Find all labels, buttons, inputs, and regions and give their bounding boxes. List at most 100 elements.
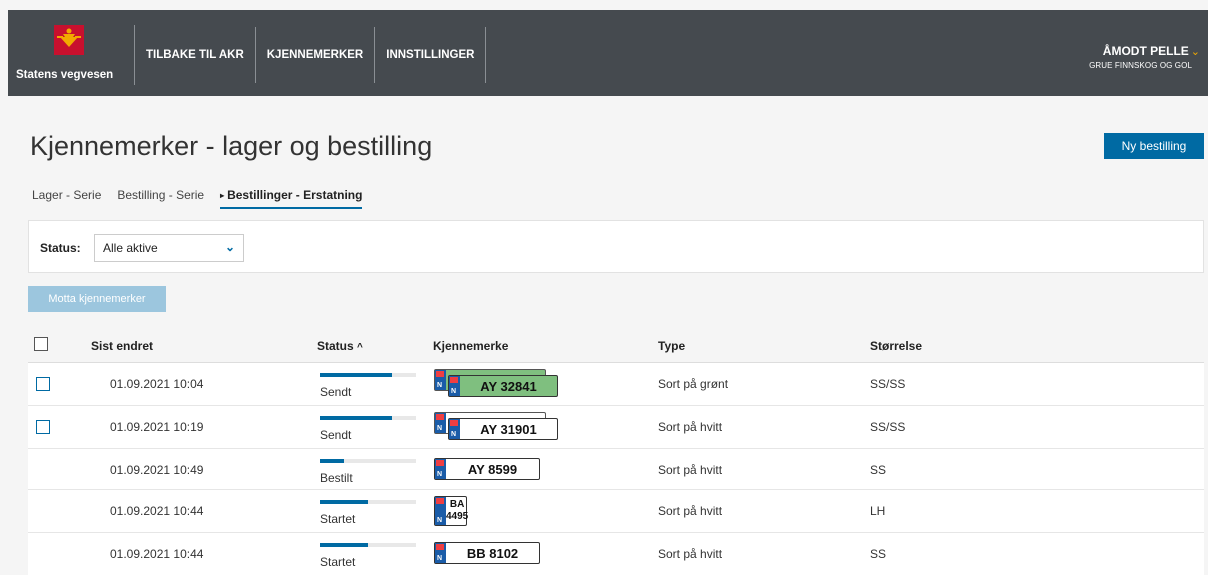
user-name: ÅMODT PELLE xyxy=(1102,44,1189,58)
statens-vegvesen-logo[interactable]: Statens vegvesen xyxy=(16,25,136,85)
norway-flag-icon xyxy=(436,544,444,550)
norway-flag-icon xyxy=(436,460,444,466)
eu-band: N xyxy=(449,419,460,439)
tab-bestilling-serie[interactable]: Bestilling - Serie xyxy=(117,188,204,209)
plate-number: AY 32841 xyxy=(480,378,537,394)
status-progress-bar xyxy=(320,373,416,377)
cell-type: Sort på hvitt xyxy=(658,463,723,477)
nationality-code: N xyxy=(437,517,443,524)
col-header-type[interactable]: Type xyxy=(658,339,685,353)
chevron-down-icon: ⌄ xyxy=(1190,46,1200,58)
nav-kjennemerker[interactable]: KJENNEMERKER xyxy=(256,27,376,83)
eu-band: N xyxy=(435,370,446,390)
row-checkbox[interactable] xyxy=(36,377,50,391)
table-row[interactable]: 01.09.2021 10:44 Startet N BB 8102 Sort på h… xyxy=(28,533,1204,575)
chevron-down-icon: ⌄ xyxy=(224,240,235,254)
cell-plate: N BB 8102 xyxy=(434,539,564,569)
plate-number: AY 31901 xyxy=(480,421,537,437)
norway-flag-icon xyxy=(436,498,444,504)
cell-size: SS/SS xyxy=(870,420,906,434)
cell-changed: 01.09.2021 10:04 xyxy=(110,377,204,391)
status-progress-bar xyxy=(320,416,416,420)
nav-back-to-akr[interactable]: TILBAKE TIL AKR xyxy=(135,27,256,83)
col-header-changed[interactable]: Sist endret xyxy=(91,339,153,353)
cell-plate: N N AY 32841 xyxy=(434,369,564,399)
eu-band: N xyxy=(435,497,446,525)
sort-ascending-icon: ^ xyxy=(357,342,363,353)
road-authority-emblem-icon xyxy=(54,25,84,55)
plate-line-2: 4495 xyxy=(446,511,469,522)
norway-flag-icon xyxy=(450,377,458,383)
table-body: 01.09.2021 10:04 Sendt N N AY 32841 Sort på g… xyxy=(28,363,1204,575)
caret-right-icon: ▸ xyxy=(220,191,225,200)
new-order-button[interactable]: Ny bestilling xyxy=(1104,133,1204,159)
table-row[interactable]: 01.09.2021 10:04 Sendt N N AY 32841 Sort på g… xyxy=(28,363,1204,406)
select-all-checkbox[interactable] xyxy=(34,337,48,351)
cell-type: Sort på hvitt xyxy=(658,547,723,561)
nationality-code: N xyxy=(451,431,457,438)
nationality-code: N xyxy=(437,382,443,389)
license-plate: N AY 8599 xyxy=(434,458,540,480)
cell-status: Startet xyxy=(320,555,356,569)
cell-size: SS xyxy=(870,463,887,477)
tab-lager-serie[interactable]: Lager - Serie xyxy=(32,188,101,209)
nationality-code: N xyxy=(437,471,443,478)
cell-plate: N N AY 31901 xyxy=(434,412,564,442)
status-progress-fill xyxy=(320,500,368,504)
cell-status: Bestilt xyxy=(320,471,353,485)
cell-type: Sort på hvitt xyxy=(658,420,723,434)
top-bar: Statens vegvesen TILBAKE TIL AKR KJENNEM… xyxy=(8,10,1208,96)
nationality-code: N xyxy=(451,388,457,395)
tab-bar: Lager - Serie Bestilling - Serie ▸ Bestil… xyxy=(32,188,378,209)
status-progress-fill xyxy=(320,416,392,420)
orders-table: Sist endret Status ^ Kjennemerke Type St… xyxy=(28,326,1204,575)
main-nav: TILBAKE TIL AKR KJENNEMERKER INNSTILLING… xyxy=(134,25,487,85)
cell-changed: 01.09.2021 10:44 xyxy=(110,547,204,561)
status-progress-bar xyxy=(320,543,416,547)
user-organization: GRUE FINNSKOG OG GOL xyxy=(1089,61,1192,70)
status-progress-bar xyxy=(320,459,416,463)
license-plate: N BA 4495 xyxy=(434,496,468,526)
status-progress-fill xyxy=(320,459,344,463)
cell-changed: 01.09.2021 10:44 xyxy=(110,504,204,518)
col-header-size[interactable]: Størrelse xyxy=(870,339,922,353)
col-header-plate[interactable]: Kjennemerke xyxy=(433,339,508,353)
eu-band: N xyxy=(449,376,460,396)
tab-bestillinger-erstatning[interactable]: ▸ Bestillinger - Erstatning xyxy=(220,188,363,209)
nav-innstillinger[interactable]: INNSTILLINGER xyxy=(375,27,487,83)
row-checkbox[interactable] xyxy=(36,420,50,434)
cell-status: Startet xyxy=(320,512,356,526)
plate-number: BA 4495 xyxy=(446,499,468,523)
table-row[interactable]: 01.09.2021 10:49 Bestilt N AY 8599 Sort på h… xyxy=(28,449,1204,490)
col-header-status-label: Status xyxy=(317,339,354,353)
nationality-code: N xyxy=(437,555,443,562)
col-header-status[interactable]: Status ^ xyxy=(317,339,363,353)
plate-line-1: BA xyxy=(449,499,465,510)
filter-panel: Status: Alle aktive ⌄ xyxy=(28,220,1204,273)
license-plate: N AY 32841 xyxy=(448,375,558,397)
status-filter-select[interactable]: Alle aktive ⌄ xyxy=(94,234,244,262)
norway-flag-icon xyxy=(436,371,444,377)
logo-text: Statens vegvesen xyxy=(16,69,114,81)
eu-band: N xyxy=(435,413,446,433)
status-progress-fill xyxy=(320,543,368,547)
norway-flag-icon xyxy=(436,414,444,420)
cell-size: SS xyxy=(870,547,887,561)
plate-number: BB 8102 xyxy=(466,545,519,561)
table-row[interactable]: 01.09.2021 10:44 Startet N BA 4495 Sort på hv… xyxy=(28,490,1204,533)
cell-size: SS/SS xyxy=(870,377,906,391)
receive-plates-button[interactable]: Motta kjennemerker xyxy=(28,286,166,312)
eu-band: N xyxy=(435,543,446,563)
status-progress-bar xyxy=(320,500,416,504)
eu-band: N xyxy=(435,459,446,479)
nationality-code: N xyxy=(437,425,443,432)
status-progress-fill xyxy=(320,373,392,377)
cell-changed: 01.09.2021 10:49 xyxy=(110,463,204,477)
table-row[interactable]: 01.09.2021 10:19 Sendt N N AY 31901 Sort på h… xyxy=(28,406,1204,449)
cell-size: LH xyxy=(870,504,886,518)
page-title: Kjennemerker - lager og bestilling xyxy=(30,131,433,161)
plate-number: AY 8599 xyxy=(467,461,518,477)
user-menu[interactable]: ÅMODT PELLE ⌄ GRUE FINNSKOG OG GOL xyxy=(1089,42,1200,70)
tab-label: Bestillinger - Erstatning xyxy=(227,188,363,202)
license-plate: N AY 31901 xyxy=(448,418,558,440)
